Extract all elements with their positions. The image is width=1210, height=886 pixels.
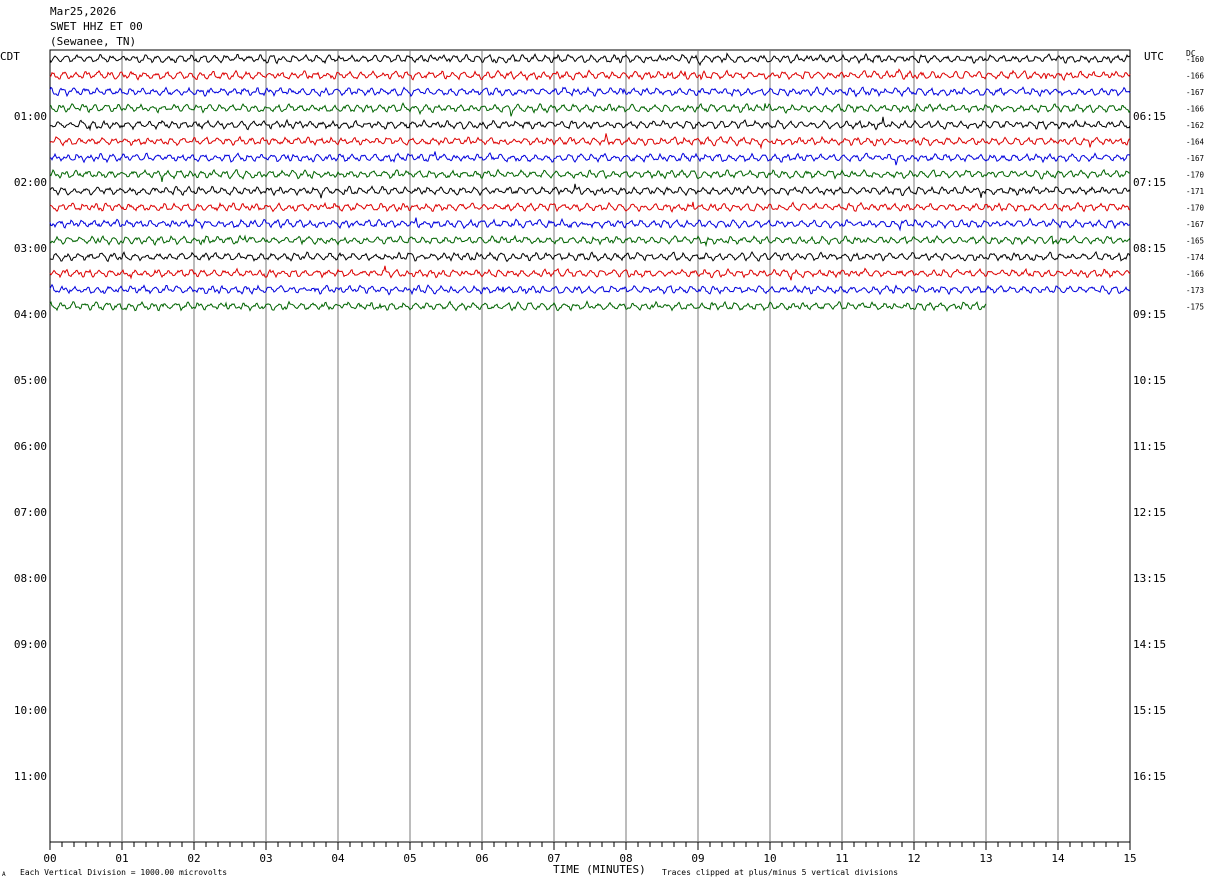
seismic-trace <box>49 52 1131 67</box>
seismic-trace <box>49 217 1131 232</box>
x-tick-label: 13 <box>979 852 992 865</box>
left-hour-label: 01:00 <box>14 110 47 123</box>
x-tick-label: 04 <box>331 852 345 865</box>
seismic-trace <box>49 201 1131 213</box>
x-tick-label: 12 <box>907 852 920 865</box>
right-hour-label: 10:15 <box>1133 374 1166 387</box>
left-hour-label: 06:00 <box>14 440 47 453</box>
x-tick-label: 00 <box>43 852 56 865</box>
right-hour-label: 07:15 <box>1133 176 1166 189</box>
left-hour-label: 02:00 <box>14 176 47 189</box>
seismic-trace <box>49 300 987 313</box>
dc-offset-label: -174 <box>1186 253 1205 262</box>
seismic-trace <box>49 68 1131 82</box>
plot-frame <box>49 49 1131 843</box>
dc-offset-label: -167 <box>1186 88 1204 97</box>
seismic-trace <box>49 116 1131 132</box>
dc-offset-label: -162 <box>1186 121 1204 130</box>
x-tick-label: 09 <box>691 852 704 865</box>
left-hour-label: 04:00 <box>14 308 47 321</box>
right-hour-label: 14:15 <box>1133 638 1166 651</box>
dc-offset-label: -173 <box>1186 286 1204 295</box>
right-hour-label: 15:15 <box>1133 704 1166 717</box>
dc-offset-label: -160 <box>1186 55 1205 64</box>
seismic-trace <box>49 265 1131 281</box>
x-tick-label: 11 <box>835 852 848 865</box>
x-axis-title: TIME (MINUTES) <box>553 863 646 876</box>
left-hour-label: 08:00 <box>14 572 47 585</box>
seismic-trace <box>49 151 1131 166</box>
dc-offset-label: -166 <box>1186 71 1205 80</box>
seismic-trace <box>49 133 1131 150</box>
helicorder-plot: 00 01 02 03 04 05 06 07 08 09 10 11 12 13 14 1501:0002:… <box>14 49 1205 865</box>
seismic-trace <box>49 86 1131 98</box>
x-tick-label: 06 <box>475 852 488 865</box>
scale-note: Each Vertical Division = 1000.00 microvo… <box>20 868 228 877</box>
x-tick-label: 10 <box>763 852 776 865</box>
x-tick-label: 15 <box>1123 852 1136 865</box>
right-hour-label: 06:15 <box>1133 110 1166 123</box>
seismic-trace <box>49 183 1131 199</box>
dc-offset-label: -170 <box>1186 170 1205 179</box>
x-tick-label: 05 <box>403 852 416 865</box>
seismic-trace <box>49 250 1131 263</box>
dc-offset-label: -170 <box>1186 203 1205 212</box>
x-tick-label: 03 <box>259 852 272 865</box>
left-hour-label: 10:00 <box>14 704 47 717</box>
dc-offset-label: -164 <box>1186 137 1205 146</box>
dc-offset-label: -171 <box>1186 187 1204 196</box>
dc-offset-label: -166 <box>1186 269 1205 278</box>
x-tick-label: 14 <box>1051 852 1065 865</box>
left-hour-label: 05:00 <box>14 374 47 387</box>
right-hour-label: 12:15 <box>1133 506 1166 519</box>
left-hour-label: 09:00 <box>14 638 47 651</box>
dc-offset-label: -175 <box>1186 302 1204 311</box>
seismic-trace <box>49 102 1131 117</box>
dc-offset-label: -167 <box>1186 154 1204 163</box>
right-hour-label: 13:15 <box>1133 572 1166 585</box>
right-hour-label: 08:15 <box>1133 242 1166 255</box>
seismic-trace <box>49 283 1131 296</box>
dc-offset-label: -165 <box>1186 236 1204 245</box>
left-hour-label: 07:00 <box>14 506 47 519</box>
left-hour-label: 11:00 <box>14 770 47 783</box>
clip-note: Traces clipped at plus/minus 5 vertical … <box>662 868 899 877</box>
right-hour-label: 16:15 <box>1133 770 1166 783</box>
seismic-trace <box>49 234 1131 248</box>
seismic-trace <box>49 168 1131 182</box>
dc-offset-label: -166 <box>1186 104 1205 113</box>
right-hour-label: 11:15 <box>1133 440 1166 453</box>
x-tick-label: 02 <box>187 852 200 865</box>
corner-mark: A <box>2 871 6 878</box>
x-tick-label: 01 <box>115 852 128 865</box>
left-hour-label: 03:00 <box>14 242 47 255</box>
dc-offset-label: -167 <box>1186 220 1204 229</box>
right-hour-label: 09:15 <box>1133 308 1166 321</box>
